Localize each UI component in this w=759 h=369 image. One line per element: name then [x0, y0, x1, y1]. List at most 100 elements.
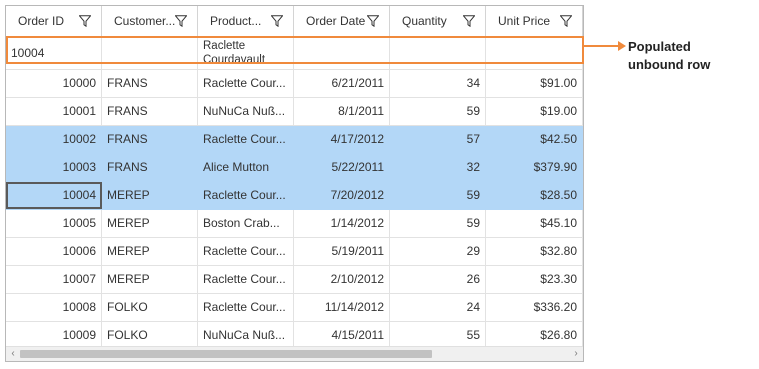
product-cell[interactable]: Raclette Cour...	[198, 70, 294, 97]
unit-price-cell[interactable]: $91.00	[486, 70, 583, 97]
table-row[interactable]: 10005 MEREP Boston Crab... 1/14/2012 59 $45.1…	[6, 210, 583, 238]
customer-cell[interactable]: FRANS	[102, 98, 198, 125]
order-date-cell[interactable]: 2/10/2012	[294, 266, 390, 293]
unit-price-cell[interactable]: $26.80	[486, 322, 583, 349]
order-date-cell[interactable]: 8/1/2011	[294, 98, 390, 125]
filter-icon[interactable]	[463, 15, 475, 27]
unit-price-cell[interactable]: $42.50	[486, 126, 583, 153]
order-date-cell[interactable]: 1/14/2012	[294, 210, 390, 237]
order-id-cell[interactable]: 10005	[6, 210, 102, 237]
customer-cell[interactable]: MEREP	[102, 266, 198, 293]
product-cell[interactable]: Alice Mutton	[198, 154, 294, 181]
table-row[interactable]: 10001 FRANS NuNuCa Nuß... 8/1/2011 59 $19.00	[6, 98, 583, 126]
unit-price-cell[interactable]: $23.30	[486, 266, 583, 293]
table-row[interactable]: 10006 MEREP Raclette Cour... 5/19/2011 29 $32…	[6, 238, 583, 266]
order-id-cell[interactable]: 10006	[6, 238, 102, 265]
product-cell[interactable]: Raclette Cour...	[198, 294, 294, 321]
chevron-right-icon[interactable]: ›	[569, 347, 583, 361]
customer-cell[interactable]: MEREP	[102, 238, 198, 265]
quantity-cell[interactable]: 57	[390, 126, 486, 153]
order-id-cell[interactable]: 10001	[6, 98, 102, 125]
callout-label: Populated unbound row	[628, 38, 738, 74]
unbound-qty-cell[interactable]	[390, 37, 486, 69]
order-id-cell[interactable]: 10007	[6, 266, 102, 293]
column-header[interactable]: Product...	[198, 6, 294, 36]
table-row[interactable]: 10007 MEREP Raclette Cour... 2/10/2012 26 $23…	[6, 266, 583, 294]
column-header[interactable]: Quantity	[390, 6, 486, 36]
product-cell[interactable]: Raclette Cour...	[198, 182, 294, 209]
column-header-label: Quantity	[402, 14, 447, 28]
table-row[interactable]: 10004 MEREP Raclette Cour... 7/20/2012 59 $28…	[6, 182, 583, 210]
order-date-cell[interactable]: 4/15/2011	[294, 322, 390, 349]
customer-cell[interactable]: FRANS	[102, 70, 198, 97]
unbound-product-cell[interactable]: Raclette Courdavault	[198, 37, 294, 69]
filter-icon[interactable]	[79, 15, 91, 27]
quantity-cell[interactable]: 59	[390, 98, 486, 125]
callout-arrow-line	[584, 45, 620, 47]
customer-cell[interactable]: FOLKO	[102, 322, 198, 349]
unit-price-cell[interactable]: $379.90	[486, 154, 583, 181]
quantity-cell[interactable]: 29	[390, 238, 486, 265]
order-date-cell[interactable]: 6/21/2011	[294, 70, 390, 97]
customer-cell[interactable]: FRANS	[102, 154, 198, 181]
order-id-cell[interactable]: 10000	[6, 70, 102, 97]
product-cell[interactable]: Boston Crab...	[198, 210, 294, 237]
data-grid[interactable]: Order ID Customer... Product... Order Date Q…	[5, 5, 584, 362]
customer-cell[interactable]: MEREP	[102, 210, 198, 237]
order-date-cell[interactable]: 4/17/2012	[294, 126, 390, 153]
column-header[interactable]: Unit Price	[486, 6, 583, 36]
unit-price-cell[interactable]: $32.80	[486, 238, 583, 265]
product-cell[interactable]: Raclette Cour...	[198, 238, 294, 265]
grid-header: Order ID Customer... Product... Order Date Q…	[6, 6, 583, 37]
customer-cell[interactable]: FOLKO	[102, 294, 198, 321]
quantity-cell[interactable]: 24	[390, 294, 486, 321]
chevron-left-icon[interactable]: ‹	[6, 347, 20, 361]
filter-icon[interactable]	[367, 15, 379, 27]
quantity-cell[interactable]: 59	[390, 182, 486, 209]
product-cell[interactable]: NuNuCa Nuß...	[198, 98, 294, 125]
order-date-cell[interactable]: 7/20/2012	[294, 182, 390, 209]
quantity-cell[interactable]: 32	[390, 154, 486, 181]
order-id-cell[interactable]: 10004	[6, 182, 102, 209]
product-cell[interactable]: NuNuCa Nuß...	[198, 322, 294, 349]
unit-price-cell[interactable]: $28.50	[486, 182, 583, 209]
column-header-label: Order ID	[18, 14, 65, 28]
unbound-date-cell[interactable]	[294, 37, 390, 69]
filter-icon[interactable]	[271, 15, 283, 27]
unbound-row[interactable]: 10004 Raclette Courdavault	[6, 37, 583, 70]
unbound-price-cell[interactable]	[486, 37, 583, 69]
filter-icon[interactable]	[175, 15, 187, 27]
product-cell[interactable]: Raclette Cour...	[198, 126, 294, 153]
customer-cell[interactable]: FRANS	[102, 126, 198, 153]
order-id-cell[interactable]: 10008	[6, 294, 102, 321]
callout-line-2: unbound row	[628, 57, 711, 72]
quantity-cell[interactable]: 26	[390, 266, 486, 293]
customer-cell[interactable]: MEREP	[102, 182, 198, 209]
quantity-cell[interactable]: 59	[390, 210, 486, 237]
quantity-cell[interactable]: 34	[390, 70, 486, 97]
order-date-cell[interactable]: 5/22/2011	[294, 154, 390, 181]
product-cell[interactable]: Raclette Cour...	[198, 266, 294, 293]
arrow-right-icon	[618, 41, 626, 51]
order-date-cell[interactable]: 11/14/2012	[294, 294, 390, 321]
column-header[interactable]: Order ID	[6, 6, 102, 36]
unit-price-cell[interactable]: $336.20	[486, 294, 583, 321]
unit-price-cell[interactable]: $45.10	[486, 210, 583, 237]
order-id-cell[interactable]: 10009	[6, 322, 102, 349]
table-row[interactable]: 10000 FRANS Raclette Cour... 6/21/2011 34 $91…	[6, 70, 583, 98]
order-date-cell[interactable]: 5/19/2011	[294, 238, 390, 265]
order-id-cell[interactable]: 10002	[6, 126, 102, 153]
horizontal-scrollbar[interactable]: ‹ ›	[6, 346, 583, 361]
quantity-cell[interactable]: 55	[390, 322, 486, 349]
column-header[interactable]: Customer...	[102, 6, 198, 36]
column-header[interactable]: Order Date	[294, 6, 390, 36]
unbound-order-id-cell[interactable]: 10004	[6, 37, 102, 69]
table-row[interactable]: 10003 FRANS Alice Mutton 5/22/2011 32 $379.90	[6, 154, 583, 182]
unbound-customer-cell[interactable]	[102, 37, 198, 69]
order-id-cell[interactable]: 10003	[6, 154, 102, 181]
filter-icon[interactable]	[560, 15, 572, 27]
unit-price-cell[interactable]: $19.00	[486, 98, 583, 125]
scrollbar-thumb[interactable]	[20, 350, 432, 358]
table-row[interactable]: 10008 FOLKO Raclette Cour... 11/14/2012 24 $3…	[6, 294, 583, 322]
table-row[interactable]: 10002 FRANS Raclette Cour... 4/17/2012 57 $42…	[6, 126, 583, 154]
